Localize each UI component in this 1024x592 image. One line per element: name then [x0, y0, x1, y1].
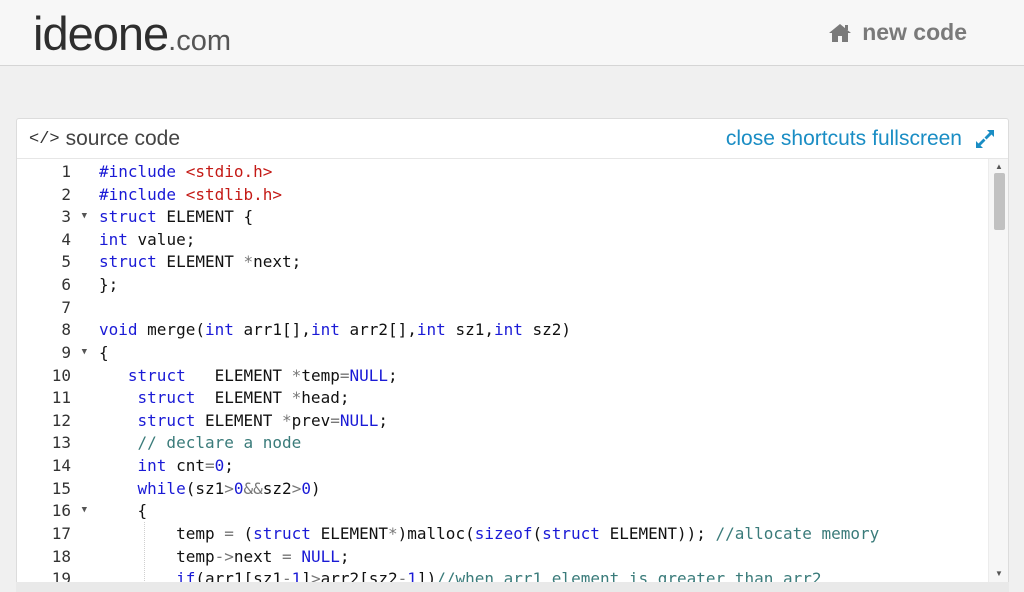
code-line[interactable]: int value; — [99, 228, 959, 251]
fullscreen-link[interactable]: fullscreen — [872, 127, 962, 151]
code-line[interactable]: int cnt=0; — [99, 454, 959, 477]
line-number: 10 — [51, 366, 71, 385]
code-icon: </> — [29, 129, 60, 149]
line-number: 15 — [51, 479, 71, 498]
expand-icon[interactable] — [974, 128, 996, 150]
line-number: 16 ▼ — [51, 499, 87, 522]
line-number: 3 ▼ — [61, 205, 87, 228]
line-number: 2 — [61, 185, 71, 204]
code-line[interactable]: while(sz1>0&&sz2>0) — [99, 477, 959, 500]
line-number: 13 — [51, 433, 71, 452]
line-number: 6 — [61, 275, 71, 294]
panel-actions: close shortcuts fullscreen — [726, 127, 996, 151]
code-line[interactable]: // declare a node — [99, 431, 959, 454]
shortcuts-link[interactable]: shortcuts — [781, 127, 866, 151]
code-line[interactable]: #include <stdlib.h> — [99, 183, 959, 206]
source-code-panel: </> source code close shortcuts fullscre… — [16, 118, 1009, 592]
code-line[interactable]: struct ELEMENT *prev=NULL; — [99, 409, 959, 432]
line-number: 4 — [61, 230, 71, 249]
line-number: 1 — [61, 162, 71, 181]
horizontal-scrollbar[interactable] — [16, 582, 1009, 592]
top-header: ideone.com new code — [0, 0, 1024, 66]
line-number: 18 — [51, 547, 71, 566]
code-line[interactable]: }; — [99, 273, 959, 296]
code-line[interactable]: struct ELEMENT *head; — [99, 386, 959, 409]
code-line[interactable]: struct ELEMENT *next; — [99, 250, 959, 273]
scrollbar-thumb[interactable] — [994, 173, 1005, 230]
line-number: 7 — [61, 298, 71, 317]
panel-header: </> source code close shortcuts fullscre… — [17, 119, 1008, 159]
scroll-down-arrow-icon[interactable]: ▼ — [995, 569, 1003, 578]
close-link[interactable]: close — [726, 127, 775, 151]
fold-arrow-icon[interactable]: ▼ — [82, 205, 87, 228]
logo-main: ideone — [33, 7, 169, 60]
ideone-logo[interactable]: ideone.com — [33, 6, 231, 61]
logo-tld: .com — [168, 25, 231, 57]
line-number: 8 — [61, 320, 71, 339]
home-icon — [829, 23, 852, 42]
new-code-label: new code — [862, 19, 967, 45]
code-line[interactable]: #include <stdio.h> — [99, 160, 959, 183]
code-line[interactable]: struct ELEMENT *temp=NULL; — [99, 364, 959, 387]
code-line[interactable]: temp->next = NULL; — [99, 545, 959, 568]
line-number: 17 — [51, 524, 71, 543]
line-number: 5 — [61, 252, 71, 271]
code-line[interactable] — [99, 296, 959, 319]
code-lines[interactable]: 1 #include <stdio.h> 2 #include <stdlib.… — [17, 159, 957, 592]
line-number: 14 — [51, 456, 71, 475]
fold-arrow-icon[interactable]: ▼ — [82, 499, 87, 522]
code-line[interactable]: { — [99, 341, 959, 364]
line-number: 9 ▼ — [61, 341, 87, 364]
code-line[interactable]: { — [99, 499, 959, 522]
fold-arrow-icon[interactable]: ▼ — [82, 341, 87, 364]
scroll-up-arrow-icon[interactable]: ▲ — [995, 162, 1003, 171]
line-number: 11 — [51, 388, 71, 407]
code-line[interactable]: struct ELEMENT { — [99, 205, 959, 228]
source-code-label: source code — [65, 127, 181, 150]
source-code-title: </> source code — [29, 127, 180, 151]
code-line[interactable]: void merge(int arr1[],int arr2[],int sz1… — [99, 318, 959, 341]
vertical-scrollbar[interactable]: ▲ ▼ — [988, 159, 1008, 592]
line-number: 12 — [51, 411, 71, 430]
code-editor[interactable]: 1 #include <stdio.h> 2 #include <stdlib.… — [17, 159, 1008, 592]
code-line[interactable]: temp = (struct ELEMENT*)malloc(sizeof(st… — [99, 522, 959, 545]
new-code-button[interactable]: new code — [828, 19, 967, 46]
